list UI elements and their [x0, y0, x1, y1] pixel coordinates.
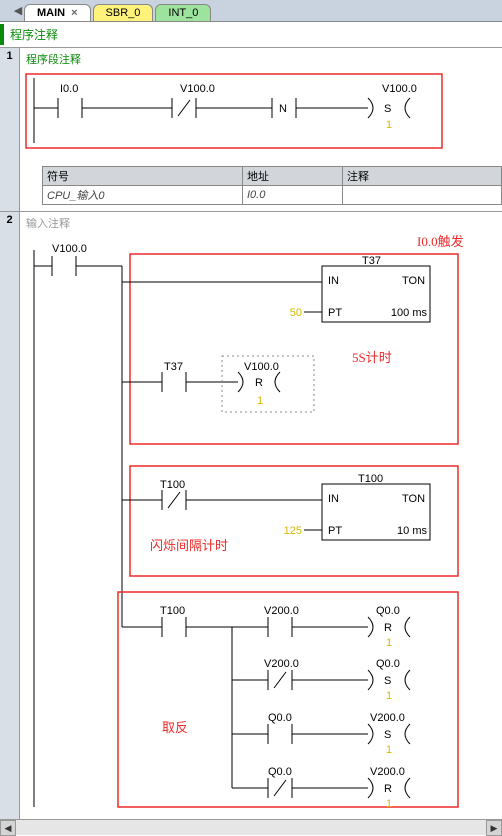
svg-text:V200.0: V200.0	[370, 766, 405, 778]
program-comment: 程序注释	[0, 24, 502, 45]
network-number: 2	[0, 212, 20, 819]
svg-text:S: S	[384, 729, 391, 741]
coil-op: S	[384, 103, 391, 115]
svg-text:Q0.0: Q0.0	[376, 605, 400, 617]
tab-bar: ◀ MAIN × SBR_0 INT_0	[0, 0, 502, 22]
svg-text:T100: T100	[160, 605, 185, 617]
svg-text:1: 1	[386, 744, 392, 756]
close-icon[interactable]: ×	[71, 7, 77, 19]
scroll-left-button[interactable]: ◀	[0, 820, 16, 836]
svg-text:IN: IN	[328, 493, 339, 505]
tab-int0[interactable]: INT_0	[155, 4, 211, 21]
svg-text:IN: IN	[328, 275, 339, 287]
svg-text:T100: T100	[160, 479, 185, 491]
svg-text:R: R	[384, 622, 392, 634]
symbol-table: 符号 地址 注释 CPU_输入0 I0.0	[42, 166, 502, 205]
svg-text:TON: TON	[402, 275, 425, 287]
segment-comment[interactable]: 程序段注释	[22, 50, 502, 68]
callout-text: I0.0触发	[417, 234, 464, 249]
svg-text:5S计时: 5S计时	[352, 350, 392, 365]
svg-text:Q0.0: Q0.0	[268, 712, 292, 724]
ladder-rung-2: I0.0触发 V100.0 5S计时 T37 IN TON 50 PT 10	[22, 232, 500, 817]
ladder-rung-1: I0.0 V100.0 V100.0 N S 1	[22, 68, 500, 158]
svg-text:V100.0: V100.0	[244, 361, 279, 373]
svg-text:Q0.0: Q0.0	[376, 658, 400, 670]
symtab-sym: CPU_输入0	[43, 186, 243, 205]
svg-text:1: 1	[386, 798, 392, 810]
symtab-h2: 地址	[243, 167, 343, 186]
tab-label: SBR_0	[106, 7, 141, 19]
symtab-addr: I0.0	[243, 186, 343, 205]
svg-text:V100.0: V100.0	[52, 243, 87, 255]
svg-text:V200.0: V200.0	[264, 605, 299, 617]
network-1: 1 程序段注释 I0.0 V100.0 V100.0 N	[0, 47, 502, 211]
network-2: 2 输入注释 I0.0触发 V100.0 5S计时 T37	[0, 211, 502, 819]
svg-text:S: S	[384, 675, 391, 687]
contact-label: I0.0	[60, 83, 78, 95]
tab-label: MAIN	[37, 7, 65, 19]
svg-text:TON: TON	[402, 493, 425, 505]
svg-text:Q0.0: Q0.0	[268, 766, 292, 778]
svg-text:V200.0: V200.0	[264, 658, 299, 670]
tab-sbr0[interactable]: SBR_0	[93, 4, 154, 21]
svg-text:R: R	[384, 783, 392, 795]
svg-text:PT: PT	[328, 307, 342, 319]
svg-text:50: 50	[290, 307, 302, 319]
svg-text:1: 1	[257, 395, 263, 407]
symtab-h3: 注释	[343, 167, 502, 186]
svg-text:10 ms: 10 ms	[397, 525, 427, 537]
svg-text:V200.0: V200.0	[370, 712, 405, 724]
horizontal-scrollbar[interactable]: ◀ ▶	[0, 819, 502, 835]
svg-text:闪烁间隔计时: 闪烁间隔计时	[150, 538, 228, 553]
svg-text:PT: PT	[328, 525, 342, 537]
network-number: 1	[0, 48, 20, 211]
svg-text:T37: T37	[362, 255, 381, 267]
coil-label: V100.0	[382, 83, 417, 95]
tab-main[interactable]: MAIN ×	[24, 4, 91, 21]
svg-text:T37: T37	[164, 361, 183, 373]
symtab-h1: 符号	[43, 167, 243, 186]
svg-text:1: 1	[386, 637, 392, 649]
tab-scroll-left[interactable]: ◀	[12, 0, 24, 21]
edge-label: N	[279, 103, 287, 115]
svg-text:1: 1	[386, 690, 392, 702]
svg-text:T100: T100	[358, 473, 383, 485]
symtab-cmt	[343, 186, 502, 205]
contact-label: V100.0	[180, 83, 215, 95]
tab-label: INT_0	[168, 7, 198, 19]
svg-text:取反: 取反	[162, 720, 188, 735]
svg-text:100 ms: 100 ms	[391, 307, 428, 319]
scroll-right-button[interactable]: ▶	[486, 820, 502, 836]
segment-comment[interactable]: 输入注释	[22, 214, 500, 232]
svg-text:R: R	[255, 377, 263, 389]
coil-count: 1	[386, 119, 392, 131]
svg-text:125: 125	[284, 525, 302, 537]
